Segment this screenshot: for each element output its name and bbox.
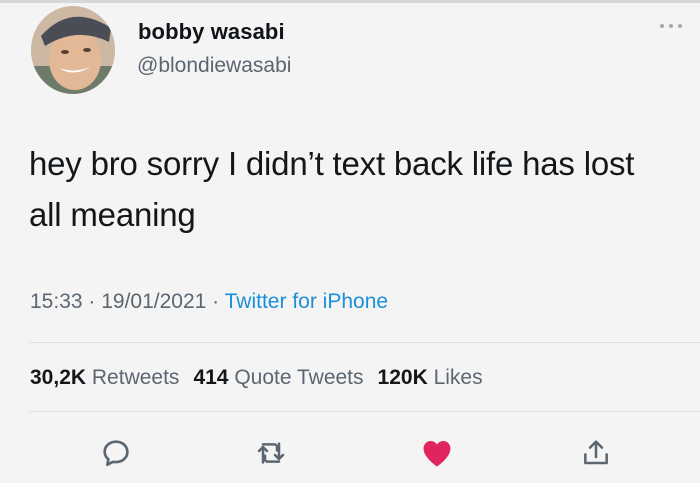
- retweet-button[interactable]: [253, 435, 289, 471]
- tweet-card: bobby wasabi @blondiewasabi hey bro sorr…: [0, 0, 700, 483]
- heart-icon: [423, 440, 451, 467]
- likes-label: Likes: [433, 366, 483, 389]
- likes-count: 120K: [377, 366, 428, 389]
- top-border: [0, 0, 700, 3]
- dot: [678, 24, 682, 28]
- divider: [29, 411, 700, 412]
- tweet-metadata: 15:33 · 19/01/2021 · Twitter for iPhone: [30, 290, 388, 314]
- quotes-label: Quote Tweets: [234, 366, 364, 389]
- dot: [669, 24, 673, 28]
- separator: ·: [82, 290, 102, 313]
- retweets-stat[interactable]: 30,2K Retweets: [30, 366, 179, 389]
- likes-stat[interactable]: 120K Likes: [378, 366, 483, 389]
- retweets-count: 30,2K: [30, 366, 87, 389]
- share-button[interactable]: [578, 435, 614, 471]
- dot: [660, 24, 664, 28]
- more-options-icon[interactable]: [660, 22, 682, 30]
- quotes-count: 414: [193, 366, 229, 389]
- like-button[interactable]: [419, 435, 455, 471]
- tweet-time[interactable]: 15:33: [30, 290, 83, 313]
- tweet-source[interactable]: Twitter for iPhone: [225, 290, 388, 313]
- author-handle[interactable]: @blondiewasabi: [137, 54, 291, 78]
- avatar[interactable]: [31, 6, 115, 94]
- retweet-icon: [257, 442, 285, 464]
- author-name[interactable]: bobby wasabi: [138, 19, 285, 45]
- tweet-date[interactable]: 19/01/2021: [101, 290, 206, 313]
- reply-button[interactable]: [98, 435, 134, 471]
- quotes-stat[interactable]: 414 Quote Tweets: [193, 366, 363, 389]
- reply-icon: [103, 440, 129, 467]
- retweets-label: Retweets: [91, 366, 180, 389]
- share-icon: [584, 440, 608, 465]
- avatar-image: [31, 6, 115, 94]
- engagement-stats: 30,2K Retweets 414 Quote Tweets 120K Likes: [30, 366, 483, 390]
- divider: [29, 342, 700, 343]
- tweet-text: hey bro sorry I didn’t text back life ha…: [29, 145, 635, 233]
- separator: ·: [206, 290, 225, 313]
